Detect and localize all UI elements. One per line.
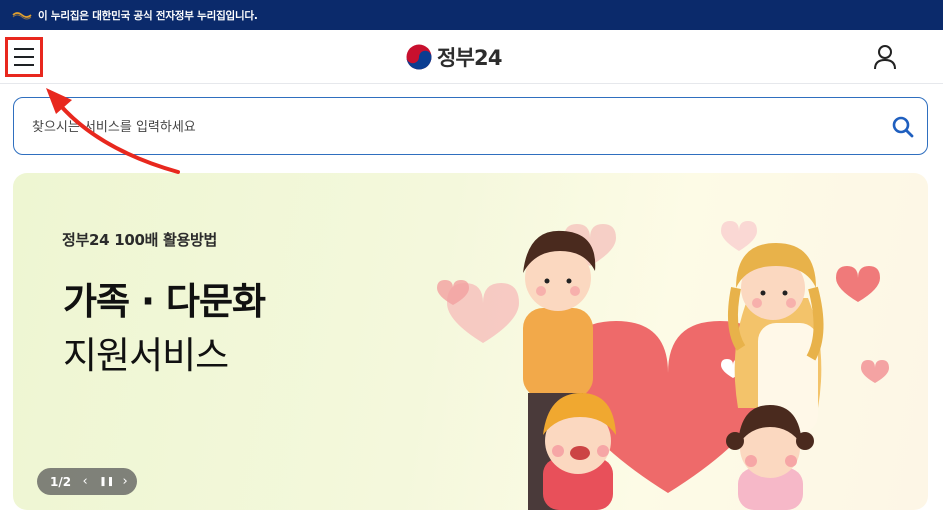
logo-text: 정부24 xyxy=(437,46,502,70)
pause-icon[interactable]: ❚❚ xyxy=(99,477,114,487)
header: 정부24 xyxy=(0,30,943,84)
banner-pager: 1/2 ‹ ❚❚ › xyxy=(37,468,137,495)
search-input[interactable] xyxy=(32,113,872,141)
gov-notice-text: 이 누리집은 대한민국 공식 전자정부 누리집입니다. xyxy=(38,9,258,22)
menu-icon-line xyxy=(14,48,34,50)
menu-icon-line xyxy=(14,56,34,58)
next-icon[interactable]: › xyxy=(119,474,131,489)
hero-banner[interactable]: 정부24 100배 활용방법 가족 · 다문화 지원서비스 1/2 ‹ ❚❚ › xyxy=(13,173,928,510)
menu-icon-line xyxy=(14,64,34,66)
prev-icon[interactable]: ‹ xyxy=(79,474,91,489)
gov24-logo[interactable]: 정부24 xyxy=(405,42,502,72)
banner-subtitle: 정부24 100배 활용방법 xyxy=(62,231,218,249)
taegeuk-logo-icon xyxy=(406,44,432,70)
banner-title: 가족 · 다문화 xyxy=(63,280,266,323)
user-icon[interactable] xyxy=(872,43,898,71)
banner-title-line2: 지원서비스 xyxy=(63,334,229,377)
gov-symbol-icon xyxy=(12,12,32,20)
search-icon[interactable] xyxy=(891,115,915,139)
menu-button[interactable] xyxy=(5,37,43,77)
pager-count: 1/2 xyxy=(50,474,72,489)
search-box xyxy=(13,97,928,155)
gov-notice-bar: 이 누리집은 대한민국 공식 전자정부 누리집입니다. xyxy=(0,0,943,30)
